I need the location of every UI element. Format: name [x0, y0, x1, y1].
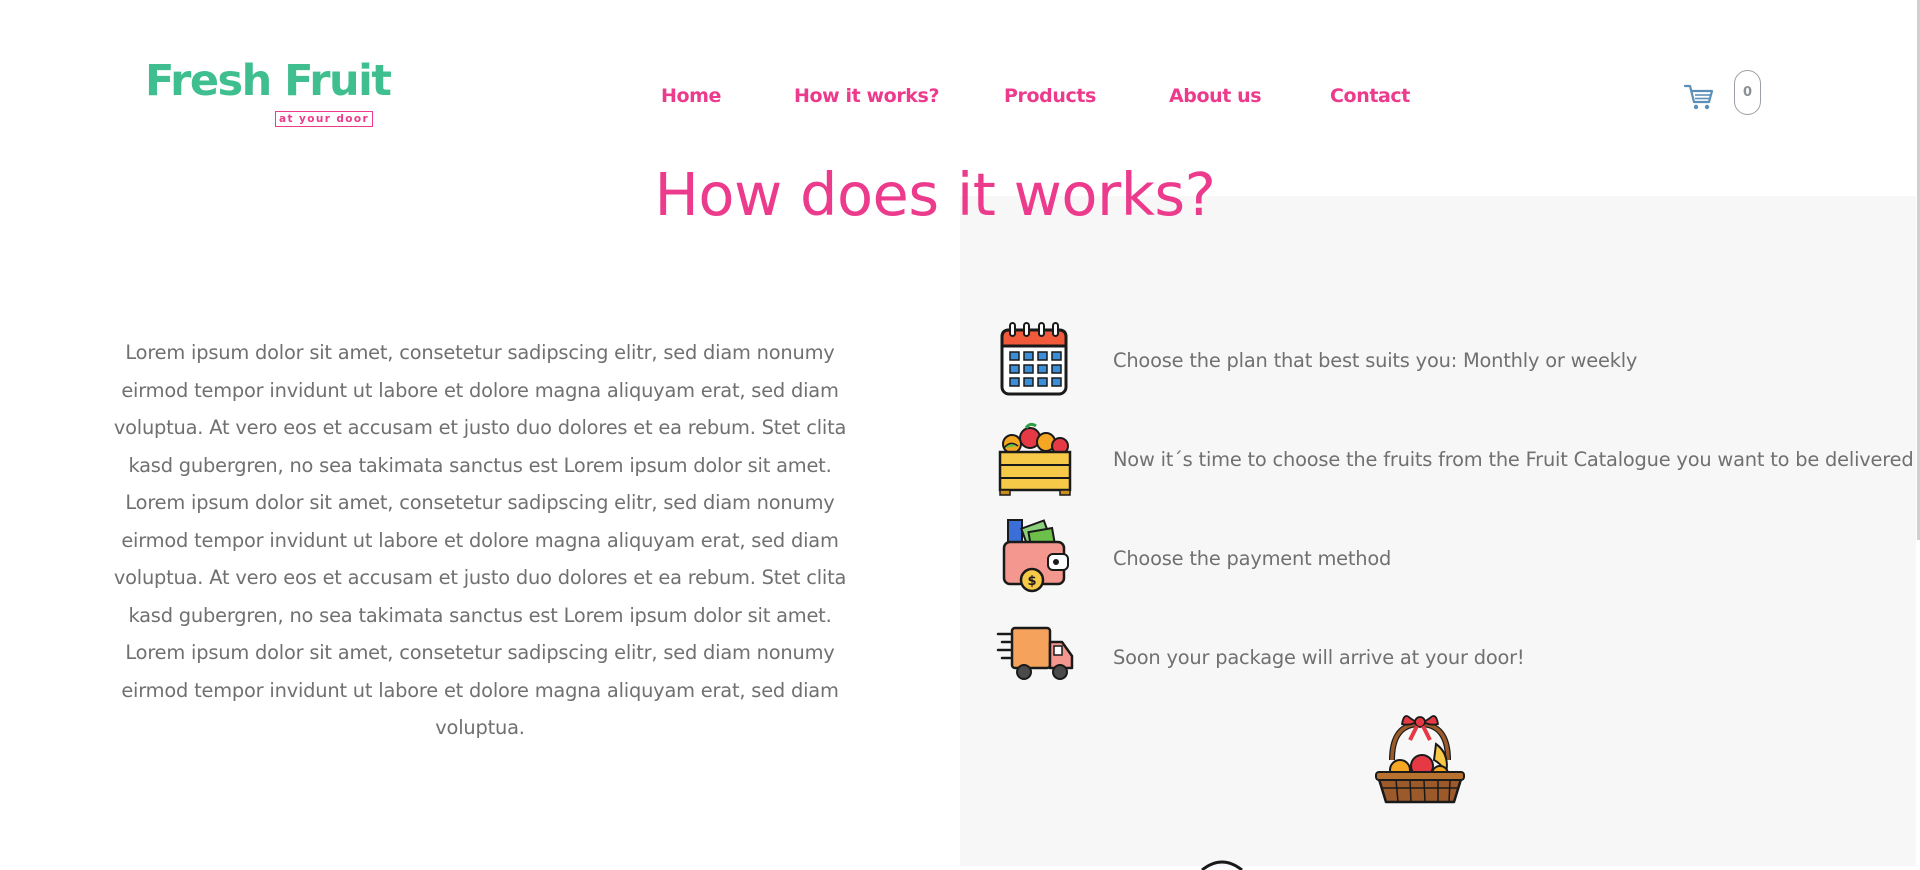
nav-link-contact[interactable]: Contact — [1330, 85, 1410, 107]
nav-link-how-it-works[interactable]: How it works? — [794, 85, 939, 107]
section-title: How does it works? — [654, 160, 1216, 229]
brand-name: Fresh Fruit — [145, 56, 392, 106]
step-text-choose-fruits: Now it´s time to choose the fruits from … — [1113, 448, 1914, 471]
brand-tagline: at your door — [275, 111, 374, 127]
fruit-crate-icon — [998, 422, 1072, 496]
svg-text:$: $ — [1027, 574, 1036, 589]
section-description: Lorem ipsum dolor sit amet, consetetur s… — [113, 341, 847, 739]
scrollbar-track[interactable] — [1916, 0, 1920, 866]
partial-icon-edge — [1201, 860, 1243, 870]
brand-logo[interactable]: Fresh Fruit at your door — [145, 56, 392, 130]
fruit-basket-icon — [1375, 715, 1465, 804]
calendar-icon — [1000, 322, 1068, 396]
shopping-cart-icon[interactable] — [1683, 82, 1715, 112]
nav-link-products[interactable]: Products — [1004, 85, 1096, 107]
nav-link-home[interactable]: Home — [661, 85, 721, 107]
cart-count-badge[interactable]: 0 — [1734, 70, 1761, 115]
wallet-icon: $ — [1002, 519, 1069, 593]
step-text-plan: Choose the plan that best suits you: Mon… — [1113, 349, 1638, 372]
step-text-delivery: Soon your package will arrive at your do… — [1113, 646, 1525, 669]
nav-link-about-us[interactable]: About us — [1169, 85, 1262, 107]
step-text-payment: Choose the payment method — [1113, 547, 1392, 570]
delivery-truck-icon — [996, 626, 1074, 680]
